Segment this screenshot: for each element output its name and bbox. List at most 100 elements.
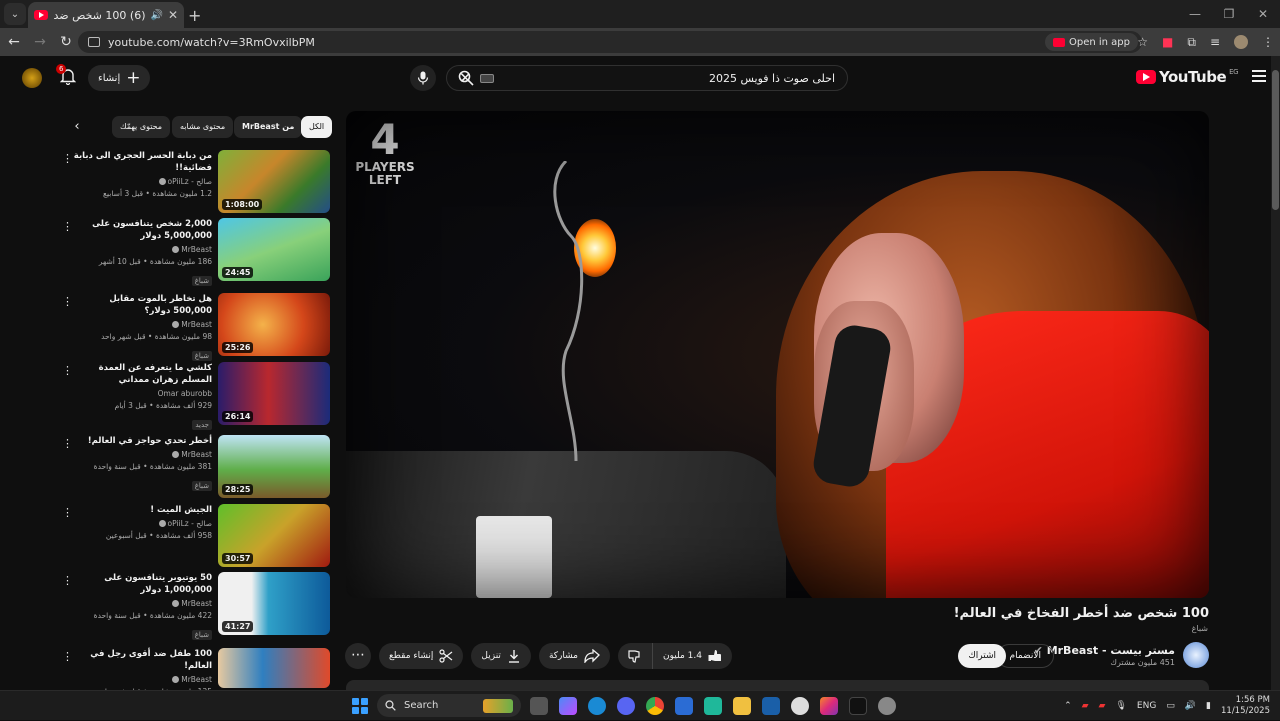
related-channel[interactable]: MrBeast: [181, 675, 212, 684]
clock[interactable]: 1:56 PM 11/15/2025: [1221, 695, 1270, 717]
edge-icon[interactable]: [588, 697, 606, 715]
more-options-icon[interactable]: ⋮: [62, 220, 73, 233]
close-tab-icon[interactable]: ✕: [168, 8, 178, 22]
related-channel[interactable]: MrBeast: [181, 320, 212, 329]
account-avatar[interactable]: [22, 68, 42, 88]
related-channel[interactable]: MrBeast: [181, 599, 212, 608]
keyboard-icon[interactable]: [479, 73, 494, 83]
xbox-icon[interactable]: [704, 697, 722, 715]
video-thumbnail[interactable]: 25:26: [218, 293, 330, 356]
related-video[interactable]: 24:45 ⋮ 2,000 شخص يتنافسون على 5,000,000…: [58, 218, 330, 286]
more-options-icon[interactable]: ⋮: [62, 650, 73, 663]
create-button[interactable]: إنشاء +: [88, 65, 151, 91]
chrome-icon[interactable]: [646, 697, 664, 715]
more-options-icon[interactable]: ⋮: [62, 152, 73, 165]
microphone-icon[interactable]: 🎙: [1115, 701, 1126, 711]
scrollbar-thumb[interactable]: [1272, 70, 1279, 210]
more-options-icon[interactable]: ⋮: [62, 295, 73, 308]
chip-similar[interactable]: محتوى مشابه: [172, 116, 234, 138]
chip-interest[interactable]: محتوى يهمّك: [112, 116, 171, 138]
video-player[interactable]: 4 PLAYERS LEFT: [346, 111, 1209, 598]
volume-icon[interactable]: 🔊: [1185, 701, 1196, 711]
video-thumbnail[interactable]: [218, 648, 330, 688]
chip-all[interactable]: الكل: [301, 116, 333, 138]
more-options-icon[interactable]: ⋮: [62, 437, 73, 450]
more-options-icon[interactable]: ⋮: [62, 574, 73, 587]
related-video[interactable]: 41:27 ⋮ 50 يوتيوبر يتنافسون على 1,000,00…: [58, 572, 330, 640]
copilot-icon[interactable]: [559, 697, 577, 715]
video-thumbnail[interactable]: 1:08:00: [218, 150, 330, 213]
search-input[interactable]: احلى صوت ذا فويس 2025: [502, 72, 835, 85]
download-button[interactable]: تنزيل: [471, 643, 531, 669]
voice-search-button[interactable]: [410, 65, 436, 91]
related-channel[interactable]: MrBeast: [181, 450, 212, 459]
windows-start-icon[interactable]: [352, 698, 368, 714]
related-video[interactable]: 30:57 ⋮ الجيش الميت ! صالح - oPiiLz 958 …: [58, 504, 330, 570]
settings-gear-icon[interactable]: [791, 697, 809, 715]
tray-overflow-icon[interactable]: ⌃: [1064, 701, 1072, 711]
tiktok-icon[interactable]: [849, 697, 867, 715]
back-icon[interactable]: ←: [2, 34, 26, 50]
obs-icon[interactable]: [878, 697, 896, 715]
youtube-logo[interactable]: YouTube EG: [1135, 68, 1238, 86]
search-button[interactable]: [452, 66, 480, 90]
more-options-icon[interactable]: ⋮: [62, 506, 73, 519]
task-view-icon[interactable]: [530, 697, 548, 715]
video-thumbnail[interactable]: 26:14: [218, 362, 330, 425]
dislike-button[interactable]: [618, 643, 652, 669]
language-indicator[interactable]: ENG: [1137, 701, 1156, 711]
forward-icon[interactable]: →: [28, 34, 52, 50]
share-button[interactable]: مشاركة: [538, 643, 610, 669]
network-icon[interactable]: ▭: [1166, 701, 1175, 711]
related-channel[interactable]: Omar aburobb: [158, 389, 212, 398]
video-thumbnail[interactable]: 24:45: [218, 218, 330, 281]
tray-app-icon[interactable]: ▰: [1099, 701, 1106, 711]
description-box[interactable]: [346, 680, 1209, 690]
battery-icon[interactable]: ▮: [1206, 701, 1211, 711]
related-channel[interactable]: صالح - oPiiLz: [168, 177, 213, 186]
restore-icon[interactable]: ❐: [1212, 0, 1246, 28]
search-box[interactable]: ✕ احلى صوت ذا فويس 2025: [446, 65, 848, 91]
more-options-icon[interactable]: ⋮: [62, 364, 73, 377]
reading-list-icon[interactable]: ≡: [1210, 35, 1220, 49]
menu-icon[interactable]: [1252, 70, 1266, 85]
file-explorer-icon[interactable]: [733, 697, 751, 715]
extensions-puzzle-icon[interactable]: ⧉: [1187, 35, 1196, 50]
profile-avatar[interactable]: [1234, 35, 1248, 49]
channel-name[interactable]: مستر بيست - MrBeast ✔: [1034, 644, 1175, 657]
channel-avatar[interactable]: [1183, 642, 1209, 668]
related-channel[interactable]: صالح - oPiiLz: [168, 519, 213, 528]
browser-menu-icon[interactable]: ⋮: [1262, 35, 1274, 49]
close-window-icon[interactable]: ✕: [1246, 0, 1280, 28]
like-button[interactable]: 1.4 مليون: [652, 643, 732, 669]
new-tab-icon[interactable]: +: [188, 6, 201, 25]
site-info-icon[interactable]: [88, 37, 100, 47]
related-video[interactable]: 26:14 ⋮ كلشي ما يتعرفه عن العمدة المسلم …: [58, 362, 330, 430]
video-tag[interactable]: شباغ: [1192, 624, 1208, 633]
related-video[interactable]: 28:25 ⋮ أخطر تحدي حواجز في العالم! MrBea…: [58, 435, 330, 501]
speaker-icon[interactable]: 🔊: [150, 10, 162, 21]
extension-icon[interactable]: ■: [1162, 35, 1173, 49]
discord-icon[interactable]: [617, 697, 635, 715]
chevron-left-icon[interactable]: ‹: [66, 116, 88, 138]
steam-icon[interactable]: [762, 697, 780, 715]
related-video[interactable]: 1:08:00 ⋮ من دبابة الحسر الحجري الى دباب…: [58, 150, 330, 216]
related-video[interactable]: 25:26 ⋮ هل تخاطر بالموت مقابل 500,000 دو…: [58, 293, 330, 361]
bookmark-star-icon[interactable]: ☆: [1137, 35, 1148, 49]
related-channel[interactable]: MrBeast: [181, 245, 212, 254]
video-thumbnail[interactable]: 28:25: [218, 435, 330, 498]
browser-tab[interactable]: ✕ 🔊 (6) 100 شخص ضد أخطر الفخ: [28, 2, 184, 28]
related-video[interactable]: ⋮ 100 طفل ضد أقوى رجل في العالم! MrBeast…: [58, 648, 330, 696]
minimize-icon[interactable]: —: [1178, 0, 1212, 28]
reload-icon[interactable]: ↻: [54, 34, 78, 50]
taskbar-search[interactable]: Search: [377, 694, 521, 717]
address-bar[interactable]: youtube.com/watch?v=3RmOvxilbPM Open in …: [78, 31, 1142, 53]
tray-app-icon[interactable]: ▰: [1082, 701, 1089, 711]
instagram-icon[interactable]: [820, 697, 838, 715]
video-thumbnail[interactable]: 41:27: [218, 572, 330, 635]
tab-search-button[interactable]: ⌄: [4, 3, 26, 25]
clip-button[interactable]: إنشاء مقطع: [379, 643, 464, 669]
chip-from-channel[interactable]: من MrBeast: [234, 116, 303, 138]
video-thumbnail[interactable]: 30:57: [218, 504, 330, 567]
subscribe-button[interactable]: اشتراك: [958, 644, 1006, 668]
